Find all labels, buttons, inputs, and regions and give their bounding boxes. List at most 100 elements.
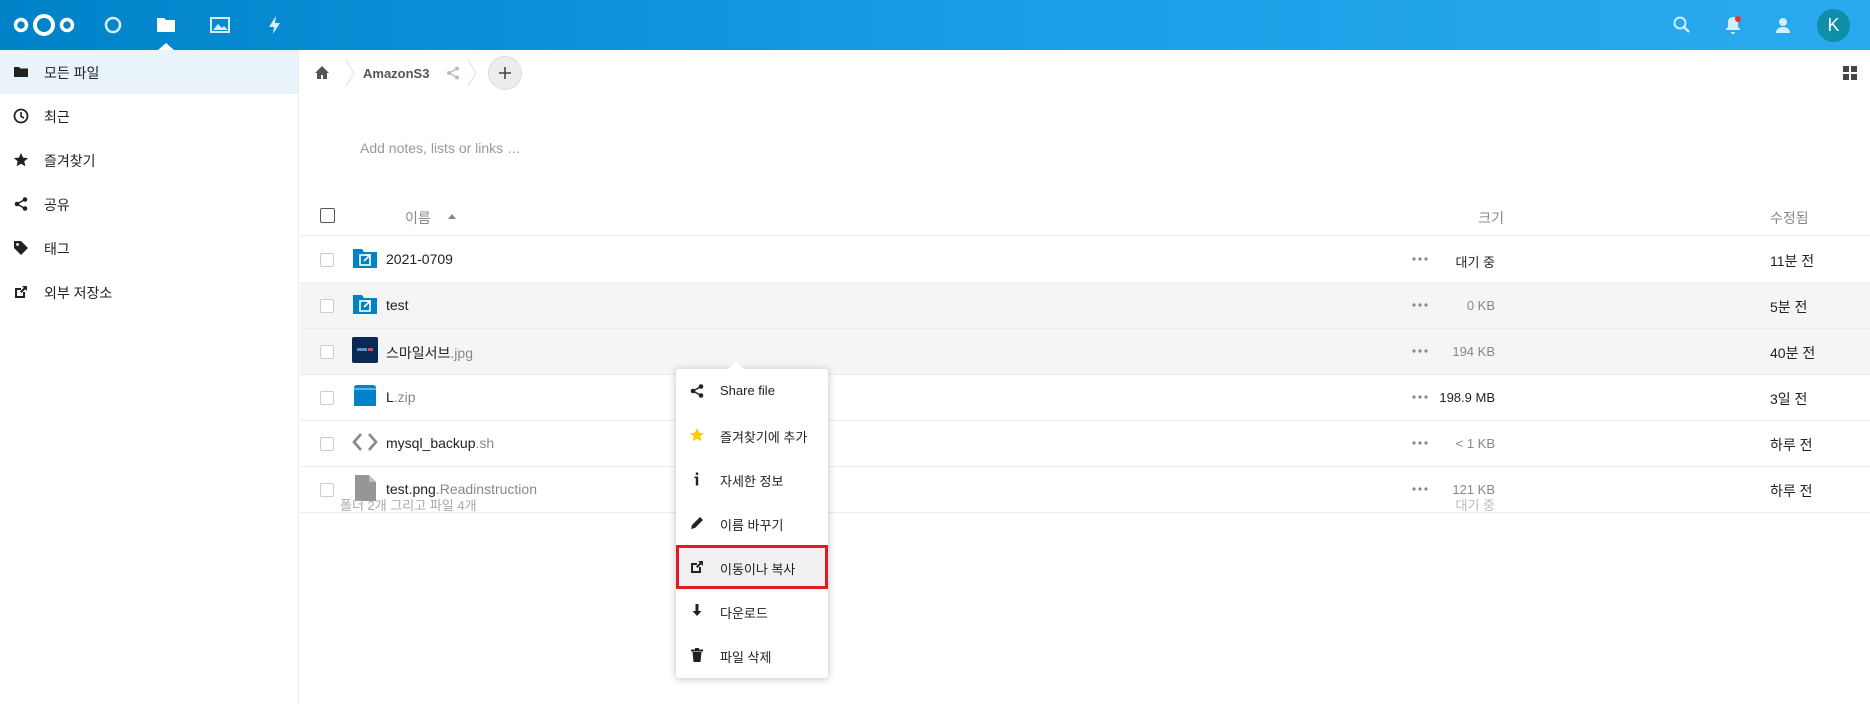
- file-context-menu: Share file 즐겨찾기에 추가 자세한 정보 이름 바꾸기 이동이나 복…: [676, 361, 828, 678]
- file-name[interactable]: L.zip: [386, 389, 416, 405]
- grid-view-icon[interactable]: [1842, 65, 1858, 81]
- menu-item-add-favorite[interactable]: 즐겨찾기에 추가: [676, 413, 828, 457]
- dashboard-icon[interactable]: [101, 13, 125, 37]
- archive-icon: [352, 383, 378, 409]
- pencil-icon: [689, 515, 705, 531]
- notifications-icon[interactable]: [1721, 13, 1745, 37]
- table-row[interactable]: mysql_backup.sh < 1 KB 하루 전: [300, 421, 1870, 467]
- active-app-indicator: [158, 43, 174, 50]
- file-size: 대기 중: [1455, 255, 1496, 270]
- sidebar-item-tags[interactable]: 태그: [0, 226, 298, 270]
- file-summary: 폴더 2개 그리고 파일 4개: [340, 498, 477, 513]
- select-all-checkbox[interactable]: [320, 208, 335, 223]
- move-copy-icon: [689, 559, 705, 575]
- table-row[interactable]: L.zip 198.9 MB 3일 전: [300, 375, 1870, 421]
- table-row[interactable]: 2021-0709 대기 중 11분 전: [300, 237, 1870, 283]
- row-checkbox[interactable]: [320, 253, 334, 267]
- files-icon[interactable]: [154, 13, 178, 37]
- file-modified: 11분 전: [1770, 253, 1815, 269]
- star-icon: [13, 152, 29, 168]
- menu-item-share[interactable]: Share file: [676, 369, 828, 413]
- contacts-icon[interactable]: [1771, 13, 1795, 37]
- home-icon[interactable]: [314, 65, 330, 81]
- sidebar-item-favorites[interactable]: 즐겨찾기: [0, 138, 298, 182]
- tag-icon: [13, 240, 29, 256]
- file-modified: 3일 전: [1770, 391, 1808, 407]
- sort-asc-icon: [448, 214, 456, 219]
- search-icon[interactable]: [1670, 13, 1694, 37]
- menu-item-label: 이동이나 복사: [720, 562, 796, 577]
- menu-item-move-copy[interactable]: 이동이나 복사: [676, 545, 828, 589]
- new-button[interactable]: [488, 56, 522, 90]
- share-icon[interactable]: [445, 65, 461, 81]
- nextcloud-logo[interactable]: [12, 12, 76, 38]
- menu-item-label: Share file: [720, 383, 775, 398]
- menu-item-label: 다운로드: [720, 606, 768, 621]
- sidebar-item-label: 공유: [44, 197, 70, 213]
- file-modified: 5분 전: [1770, 299, 1808, 315]
- row-checkbox[interactable]: [320, 299, 334, 313]
- file-name[interactable]: test: [386, 297, 409, 313]
- file-name[interactable]: 스마일서브.jpg: [386, 343, 473, 363]
- file-modified: 하루 전: [1770, 437, 1813, 453]
- folder-icon: [13, 64, 29, 80]
- notes-placeholder[interactable]: Add notes, lists or links …: [360, 140, 521, 156]
- shared-folder-icon: [352, 245, 378, 271]
- row-checkbox[interactable]: [320, 345, 334, 359]
- info-icon: [689, 471, 705, 487]
- sidebar-item-label: 모든 파일: [44, 65, 100, 81]
- column-modified[interactable]: 수정됨: [1770, 208, 1809, 228]
- file-size: 0 KB: [1466, 298, 1495, 313]
- breadcrumb-separator: [466, 58, 478, 88]
- menu-item-label: 파일 삭제: [720, 650, 772, 665]
- menu-item-rename[interactable]: 이름 바꾸기: [676, 501, 828, 545]
- code-file-icon: [352, 429, 378, 455]
- external-link-icon: [13, 284, 29, 300]
- top-header: K: [0, 0, 1870, 50]
- file-modified: 40분 전: [1770, 345, 1816, 361]
- star-icon: [689, 427, 705, 443]
- activity-icon[interactable]: [263, 13, 287, 37]
- table-row[interactable]: test 0 KB 5분 전: [300, 283, 1870, 329]
- summary-size: 대기 중: [1455, 498, 1496, 513]
- column-size[interactable]: 크기: [1454, 208, 1504, 228]
- sidebar-item-label: 최근: [44, 109, 70, 125]
- user-avatar[interactable]: K: [1817, 9, 1850, 42]
- photos-icon[interactable]: [208, 13, 232, 37]
- table-row[interactable]: test.png.Readinstruction 121 KB 하루 전: [300, 467, 1870, 513]
- menu-item-label: 즐겨찾기에 추가: [720, 430, 808, 445]
- file-size: 198.9 MB: [1439, 390, 1495, 405]
- main-content: AmazonS3 Add notes, lists or links … 이름 …: [300, 50, 1870, 704]
- column-name[interactable]: 이름: [405, 208, 431, 228]
- row-checkbox[interactable]: [320, 483, 334, 497]
- clock-icon: [13, 108, 29, 124]
- file-name[interactable]: mysql_backup.sh: [386, 435, 494, 451]
- menu-item-details[interactable]: 자세한 정보: [676, 457, 828, 501]
- sidebar-item-all-files[interactable]: 모든 파일: [0, 50, 298, 94]
- file-size: < 1 KB: [1455, 436, 1495, 451]
- sidebar-item-shares[interactable]: 공유: [0, 182, 298, 226]
- share-icon: [13, 196, 29, 212]
- image-thumbnail-icon: [352, 337, 378, 363]
- menu-item-label: 자세한 정보: [720, 474, 784, 489]
- sidebar-item-label: 즐겨찾기: [44, 153, 96, 169]
- file-name[interactable]: 2021-0709: [386, 251, 453, 267]
- row-checkbox[interactable]: [320, 391, 334, 405]
- file-table-header: 이름 크기 수정됨: [300, 198, 1870, 236]
- sidebar-item-label: 태그: [44, 241, 70, 257]
- menu-arrow: [728, 361, 744, 369]
- sidebar-item-recent[interactable]: 최근: [0, 94, 298, 138]
- row-checkbox[interactable]: [320, 437, 334, 451]
- breadcrumb-folder[interactable]: AmazonS3: [363, 66, 429, 81]
- file-modified: 하루 전: [1770, 483, 1813, 499]
- breadcrumb: AmazonS3: [300, 50, 1870, 96]
- menu-item-label: 이름 바꾸기: [720, 518, 784, 533]
- shared-folder-icon: [352, 291, 378, 317]
- breadcrumb-separator: [344, 58, 356, 88]
- download-icon: [689, 603, 705, 619]
- sidebar-item-external-storage[interactable]: 외부 저장소: [0, 270, 298, 314]
- table-row[interactable]: 스마일서브.jpg 194 KB 40분 전: [300, 329, 1870, 375]
- menu-item-download[interactable]: 다운로드: [676, 589, 828, 633]
- menu-item-delete[interactable]: 파일 삭제: [676, 633, 828, 677]
- plus-icon: [499, 67, 511, 79]
